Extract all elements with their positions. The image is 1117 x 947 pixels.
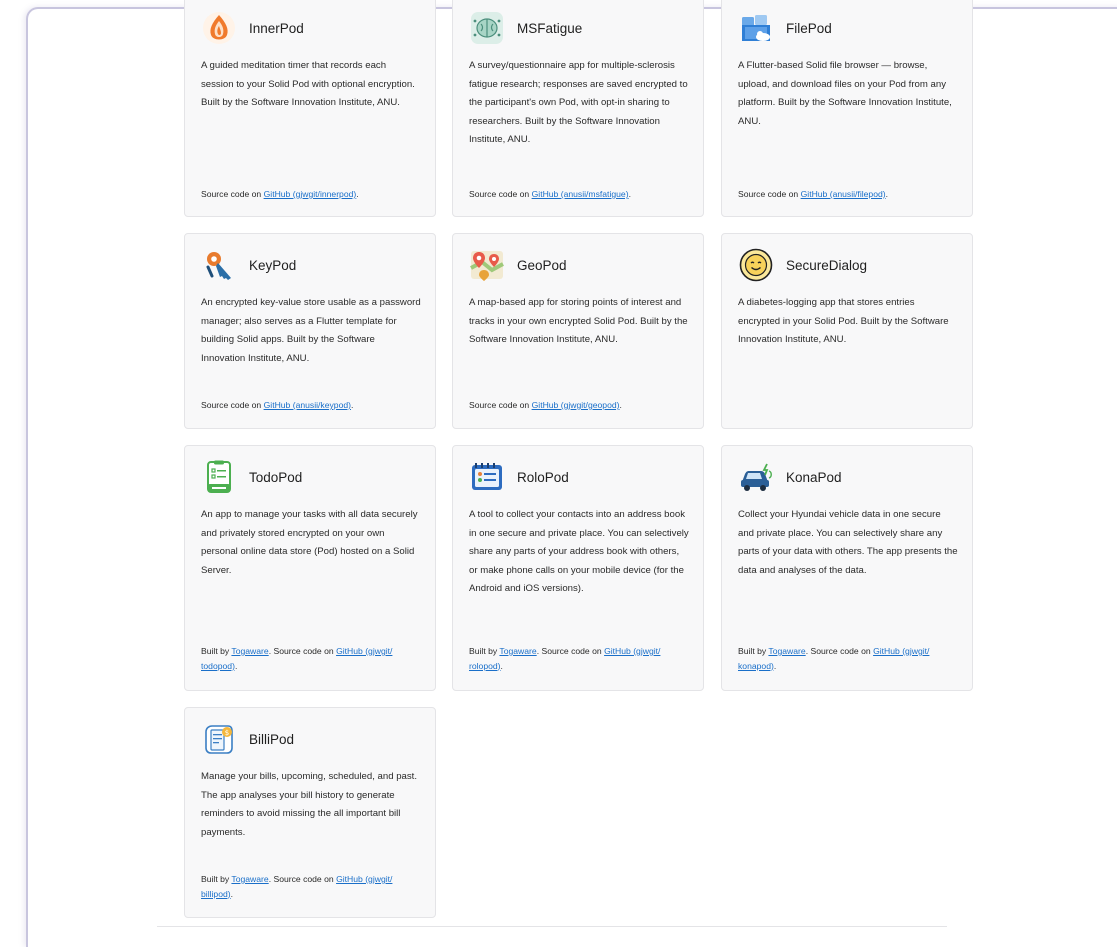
bill-icon: $: [202, 722, 236, 756]
app-title: InnerPod: [249, 20, 304, 36]
app-card-todopod: TodoPod An app to manage your tasks with…: [184, 445, 436, 691]
source-line: Source code on GitHub (gjwgit/innerpod).: [201, 187, 423, 202]
github-link[interactable]: GitHub (gjwgit/geopod): [532, 400, 620, 410]
next-section-divider: [157, 926, 947, 947]
app-card-keypod: KeyPod An encrypted key-value store usab…: [184, 233, 436, 429]
app-card-filepod: FilePod A Flutter-based Solid file brows…: [721, 0, 973, 217]
app-card-billipod: $ BilliPod Manage your bills, upcoming, …: [184, 707, 436, 918]
app-title: RoloPod: [517, 469, 569, 485]
source-suffix: .: [628, 189, 631, 199]
togaware-link[interactable]: Togaware: [231, 874, 268, 884]
source-line: Source code on GitHub (anusii/msfatigue)…: [469, 187, 691, 202]
source-middle: . Source code on: [268, 646, 337, 656]
app-title: KeyPod: [249, 257, 297, 273]
source-prefix: Source code on: [469, 400, 532, 410]
source-suffix: .: [500, 660, 503, 671]
electric-car-icon: [739, 460, 773, 494]
map-pin-icon: [470, 248, 504, 282]
source-line: Built by Togaware. Source code on GitHub…: [201, 872, 423, 901]
source-prefix: Source code on: [201, 400, 264, 410]
app-description: A map-based app for storing points of in…: [469, 297, 688, 345]
source-line: Source code on GitHub (anusii/keypod).: [201, 398, 423, 413]
app-description: A Flutter-based Solid file browser — bro…: [738, 60, 952, 127]
app-description: Manage your bills, upcoming, scheduled, …: [201, 771, 417, 838]
app-title: GeoPod: [517, 257, 567, 273]
app-description: Collect your Hyundai vehicle data in one…: [738, 509, 958, 576]
togaware-link[interactable]: Togaware: [768, 646, 805, 656]
source-suffix: .: [356, 189, 359, 199]
source-prefix: Built by: [201, 874, 232, 884]
key-icon: [202, 248, 236, 282]
source-prefix: Source code on: [201, 189, 264, 199]
app-title: TodoPod: [249, 469, 303, 485]
app-description: A guided meditation timer that records e…: [201, 60, 415, 108]
source-prefix: Source code on: [738, 189, 801, 199]
address-book-icon: [470, 460, 504, 494]
brain-icon: [470, 11, 504, 45]
togaware-link[interactable]: Togaware: [499, 646, 536, 656]
source-middle: . Source code on: [268, 874, 337, 884]
source-middle: . Source code on: [536, 646, 605, 656]
source-suffix: .: [773, 660, 777, 671]
smiley-icon: [739, 248, 773, 282]
app-title: FilePod: [786, 20, 832, 36]
app-description: A tool to collect your contacts into an …: [469, 509, 689, 594]
app-title: SecureDialog: [786, 257, 868, 273]
source-suffix: .: [619, 400, 622, 410]
source-suffix: .: [230, 888, 234, 899]
todo-list-icon: [202, 460, 236, 494]
source-prefix: Built by: [201, 646, 232, 656]
source-line: Source code on GitHub (gjwgit/geopod).: [469, 398, 691, 413]
source-line: Built by Togaware. Source code on GitHub…: [201, 644, 423, 673]
source-prefix: Source code on: [469, 189, 532, 199]
app-title: BilliPod: [249, 731, 295, 747]
app-description: An encrypted key-value store usable as a…: [201, 297, 421, 364]
source-middle: . Source code on: [805, 646, 874, 656]
source-suffix: .: [351, 400, 354, 410]
lotus-flame-icon: [202, 11, 236, 45]
app-card-konapod: KonaPod Collect your Hyundai vehicle dat…: [721, 445, 973, 691]
app-card-innerpod: InnerPod A guided meditation timer that …: [184, 0, 436, 217]
folder-cloud-icon: [739, 11, 773, 45]
app-card-geopod: GeoPod A map-based app for storing point…: [452, 233, 704, 429]
github-link[interactable]: GitHub (anusii/filepod): [801, 189, 886, 199]
github-link[interactable]: GitHub (anusii/msfatigue): [532, 189, 629, 199]
app-title: MSFatigue: [517, 20, 583, 36]
github-link[interactable]: GitHub (anusii/keypod): [264, 400, 351, 410]
source-suffix: .: [234, 660, 238, 671]
app-description: A diabetes-logging app that stores entri…: [738, 297, 949, 345]
app-description: A survey/questionnaire app for multiple-…: [469, 60, 688, 145]
source-suffix: .: [885, 189, 889, 199]
source-prefix: Built by: [738, 646, 769, 656]
app-card-rolopod: RoloPod A tool to collect your contacts …: [452, 445, 704, 691]
app-card-securedialog: SecureDialog A diabetes-logging app that…: [721, 233, 973, 429]
source-line: Built by Togaware. Source code on GitHub…: [469, 644, 691, 673]
app-title: KonaPod: [786, 469, 842, 485]
app-description: An app to manage your tasks with all dat…: [201, 509, 418, 576]
source-line: Source code on GitHub (anusii/filepod).: [738, 187, 960, 202]
github-link[interactable]: GitHub (gjwgit/innerpod): [264, 189, 357, 199]
svg-text:$: $: [225, 729, 229, 737]
source-line: Built by Togaware. Source code on GitHub…: [738, 644, 960, 673]
togaware-link[interactable]: Togaware: [231, 646, 268, 656]
app-card-msfatigue: MSFatigue A survey/questionnaire app for…: [452, 0, 704, 217]
source-prefix: Built by: [469, 646, 500, 656]
